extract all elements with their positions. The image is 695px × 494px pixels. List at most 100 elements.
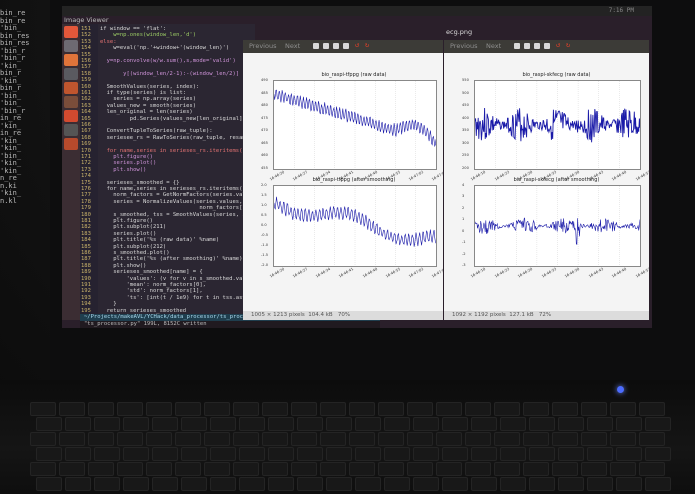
zoom-out-icon[interactable] [323,43,329,49]
code-line[interactable]: return serieses_smoothed [100,308,186,314]
code-line[interactable]: len_original = len(series) [100,109,193,115]
keyboard-key [210,477,236,491]
keyboard-key [529,477,555,491]
code-editor[interactable]: 151 152 153 154 155 156 157 158 159 160 161 162 163 1… [80,24,285,314]
ubuntu-logo-icon[interactable] [64,26,78,38]
code-line[interactable]: 'mean': norm_factors[0], [100,282,205,288]
file-path: ~/Projects/makeAVL/YCHack/data_processor… [84,314,270,320]
y-tick-label: -1.0 [261,243,269,247]
y-tick-label: 0.5 [261,213,267,217]
zoom-out-icon[interactable] [524,43,530,49]
previous-button[interactable]: Previous [450,41,477,52]
keyboard-key [645,447,671,461]
keyboard-key [36,447,62,461]
image-viewer-icon[interactable] [64,138,78,150]
code-line[interactable]: if type(series) is list: [100,90,186,96]
keyboard-key [581,462,607,476]
code-line[interactable]: y[(window_len/2-1):-(window_len/2)] [100,71,239,77]
rotate-left-icon[interactable]: ↺ [355,42,361,49]
clock: 7:16 PM [608,7,634,14]
code-line[interactable]: pd.Series(values_new[len_original], inde… [100,116,266,122]
code-line[interactable]: plt.subplot(211) [100,224,166,230]
home-folder-icon[interactable] [64,40,78,52]
code-line[interactable]: plt.show() [100,263,146,269]
code-line[interactable]: for name,series in serieses_rs.iteritems… [100,148,249,154]
keyboard-key [523,402,549,416]
code-line[interactable]: norm_factors = GetNormFactors(series.val… [100,192,259,198]
zoom-fit-icon[interactable] [343,43,349,49]
rotate-right-icon[interactable]: ↻ [566,42,572,49]
code-line[interactable]: ConvertTupleToSeries(raw_tuple): [100,128,213,134]
code-line[interactable]: s_smoothed.plot() [100,250,169,256]
settings-icon[interactable] [64,96,78,108]
plot-svg [475,81,640,169]
code-line[interactable]: s_smoothed, tss = SmoothValues(series, s… [100,212,265,218]
code-line[interactable]: series = np.array(series) [100,96,196,102]
keyboard-key [407,462,433,476]
keyboard-key [152,477,178,491]
code-line[interactable]: serieses_smoothed[name] = { [100,269,202,275]
code-line[interactable]: norm_factors[1]) [100,205,252,211]
keyboard-key [465,432,491,446]
code-line[interactable]: series.plot() [100,231,156,237]
software-center-icon[interactable] [64,82,78,94]
app-icon[interactable] [64,110,78,122]
next-button[interactable]: Next [486,41,501,52]
line-number: 164 [81,109,91,116]
firefox-icon[interactable] [64,54,78,66]
code-line[interactable]: } [100,301,116,307]
keyboard-key [587,417,613,431]
code-line[interactable]: w=np.ones(window_len,'d') [100,32,196,38]
code-line[interactable]: series.plot() [100,160,156,166]
keyboard-key [117,402,143,416]
previous-button[interactable]: Previous [249,41,276,52]
y-tick-label: 480 [261,103,268,108]
power-led [617,386,624,393]
files-icon[interactable] [64,68,78,80]
code-line[interactable]: plt.title('%s (raw data)' %name) [100,237,219,243]
rotate-right-icon[interactable]: ↻ [365,42,371,49]
keyboard-key [378,462,404,476]
line-number: 187 [81,256,91,263]
code-line[interactable]: plt.figure() [100,154,153,160]
rotate-left-icon[interactable]: ↺ [556,42,562,49]
next-button[interactable]: Next [285,41,300,52]
code-line[interactable]: plt.figure() [100,218,153,224]
keyboard-key [268,477,294,491]
zoom-normal-icon[interactable] [534,43,540,49]
line-number: 157 [81,64,91,71]
keyboard-key [181,447,207,461]
y-tick-label: 450 [462,103,469,108]
code-line[interactable]: SmoothValues(series, index): [100,84,200,90]
viewer-toolbar: Previous Next ↺ ↻ [444,40,649,53]
code-line[interactable]: w=eval('np.'+window+'(window_len)') [100,45,229,51]
keyboard-key [558,477,584,491]
code-line[interactable]: serieses_smoothed = {} [100,180,180,186]
code-line[interactable]: values_new = smooth(series) [100,103,196,109]
code-line[interactable]: y=np.convolve(w/w.sum(),s,mode='valid') [100,58,236,64]
code-line[interactable]: plt.title('%s (after smoothing)' %name) [100,256,242,262]
y-tick-label: 2.0 [261,183,267,187]
line-number-gutter: 151 152 153 154 155 156 157 158 159 160 161 162 163 1… [80,24,98,314]
code-line[interactable]: 'values': (v for v in s_smoothed.values)… [100,276,262,282]
viewer-status-bar: 1092 × 1192 pixels 127.1 kB 72% [444,311,649,320]
code-line[interactable]: else: [100,39,117,45]
code-line[interactable]: plt.subplot(212) [100,244,166,250]
keyboard-key [59,462,85,476]
laptop-keyboard [0,380,695,494]
zoom-normal-icon[interactable] [333,43,339,49]
terminal-icon[interactable] [64,124,78,136]
code-line[interactable]: series = NormalizeValues(series.values, … [100,199,259,205]
code-line[interactable]: if window == 'flat': [100,26,166,32]
line-number: 160 [81,83,91,90]
code-line[interactable]: for name,series in serieses_rs.iteritems… [100,186,249,192]
keyboard-key [204,462,230,476]
y-tick-label: 0.0 [261,223,267,227]
keyboard-key [123,417,149,431]
plot-area [474,185,641,267]
code-line[interactable]: plt.show() [100,167,146,173]
zoom-in-icon[interactable] [313,43,319,49]
zoom-in-icon[interactable] [514,43,520,49]
zoom-fit-icon[interactable] [544,43,550,49]
code-line[interactable]: 'std': norm_factors[1], [100,288,202,294]
